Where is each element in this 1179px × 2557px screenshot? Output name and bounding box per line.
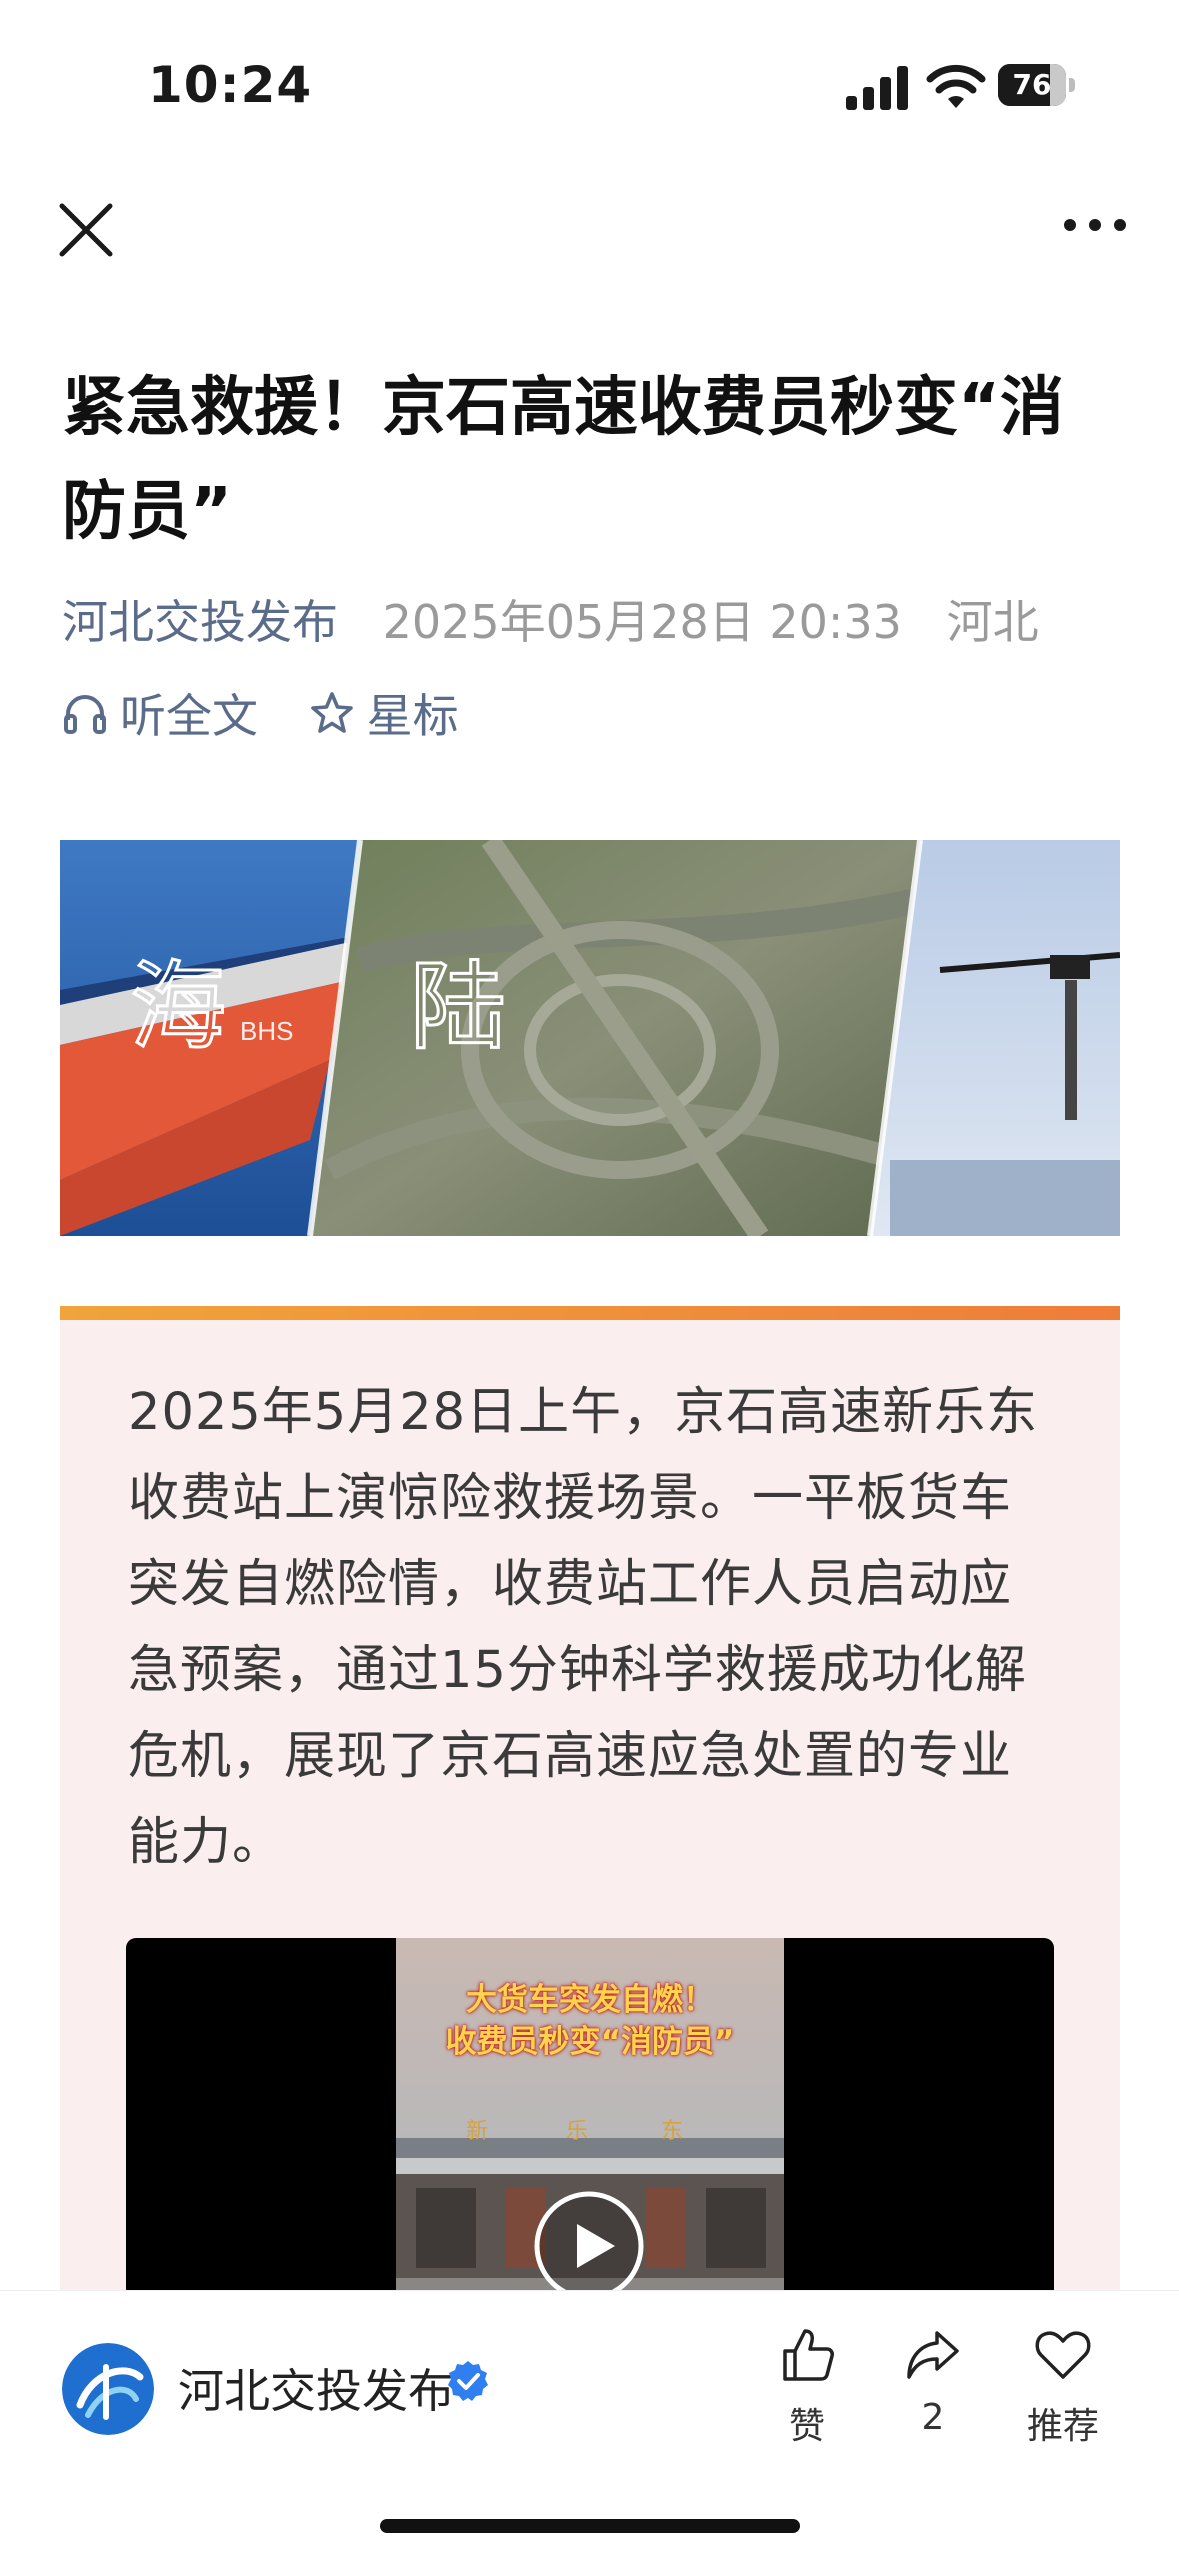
summary-text: 2025年5月28日上午，京石高速新乐东收费站上演惊险救援场景。一平板货车突发自… <box>128 1383 1039 1872</box>
account-avatar[interactable] <box>62 2343 154 2435</box>
star-icon <box>310 692 353 733</box>
listen-label: 听全文 <box>120 689 258 743</box>
publish-date: 2025年05月28日 20:33 <box>382 595 902 649</box>
hero-sea-char: 海 <box>130 954 226 1061</box>
share-count: 2 <box>921 2397 945 2438</box>
article-title: 紧急救援！京石高速收费员秒变“消防员” <box>62 371 1065 549</box>
hero-banner-image: 海 陆 BHS <box>60 840 1120 1236</box>
bottom-bar: 河北交投发布 赞 2 推荐 <box>0 2290 1179 2557</box>
battery-icon: 76 <box>998 64 1076 106</box>
more-horizontal-icon[interactable] <box>1060 200 1130 250</box>
cellular-signal-icon <box>846 66 908 110</box>
battery-level: 76 <box>1012 68 1052 101</box>
heart-icon <box>1035 2331 1091 2379</box>
account-name[interactable]: 河北交投发布 <box>178 2355 454 2421</box>
star-button[interactable]: 星标 <box>309 680 459 746</box>
wifi-icon <box>926 64 986 108</box>
listen-button[interactable]: 听全文 <box>62 680 258 746</box>
star-label: 星标 <box>366 689 459 743</box>
article-actions: 听全文 星标 <box>62 680 495 747</box>
video-caption-line2: 收费员秒变“消防员” <box>445 2024 735 2060</box>
hero-land-char: 陆 <box>410 954 506 1061</box>
region-label: 河北 <box>946 595 1039 649</box>
home-indicator[interactable] <box>380 2519 800 2533</box>
article-meta: 河北交投发布 2025年05月28日 20:33 河北 <box>62 586 1039 652</box>
svg-text:新: 新 <box>466 2118 488 2143</box>
video-player[interactable]: 新 乐 东 大货车突发自燃！ 收费员秒变“消防员” <box>126 1938 1054 2338</box>
thumbs-up-icon <box>783 2329 834 2381</box>
share-arrow-icon <box>907 2331 959 2379</box>
video-thumbnail: 新 乐 东 大货车突发自燃！ 收费员秒变“消防员” <box>396 1938 784 2338</box>
headphones-icon <box>64 695 106 734</box>
svg-text:乐: 乐 <box>566 2118 588 2143</box>
accent-divider <box>60 1306 1120 1320</box>
recommend-button[interactable]: 推荐 <box>1008 2325 1118 2449</box>
share-button[interactable]: 2 <box>878 2325 988 2438</box>
status-time: 10:24 <box>148 56 313 114</box>
video-caption-line1: 大货车突发自燃！ <box>466 1982 714 2018</box>
play-icon[interactable] <box>531 2188 647 2304</box>
like-button[interactable]: 赞 <box>752 2325 862 2449</box>
recommend-label: 推荐 <box>1026 2406 1099 2447</box>
source-link[interactable]: 河北交投发布 <box>62 595 338 649</box>
like-label: 赞 <box>788 2406 825 2447</box>
ship-hull-text: BHS <box>240 1016 293 1046</box>
status-bar: 10:24 76 <box>0 0 1179 170</box>
verified-badge-icon <box>448 2361 488 2401</box>
svg-text:东: 东 <box>661 2118 683 2143</box>
close-icon[interactable] <box>52 196 120 264</box>
